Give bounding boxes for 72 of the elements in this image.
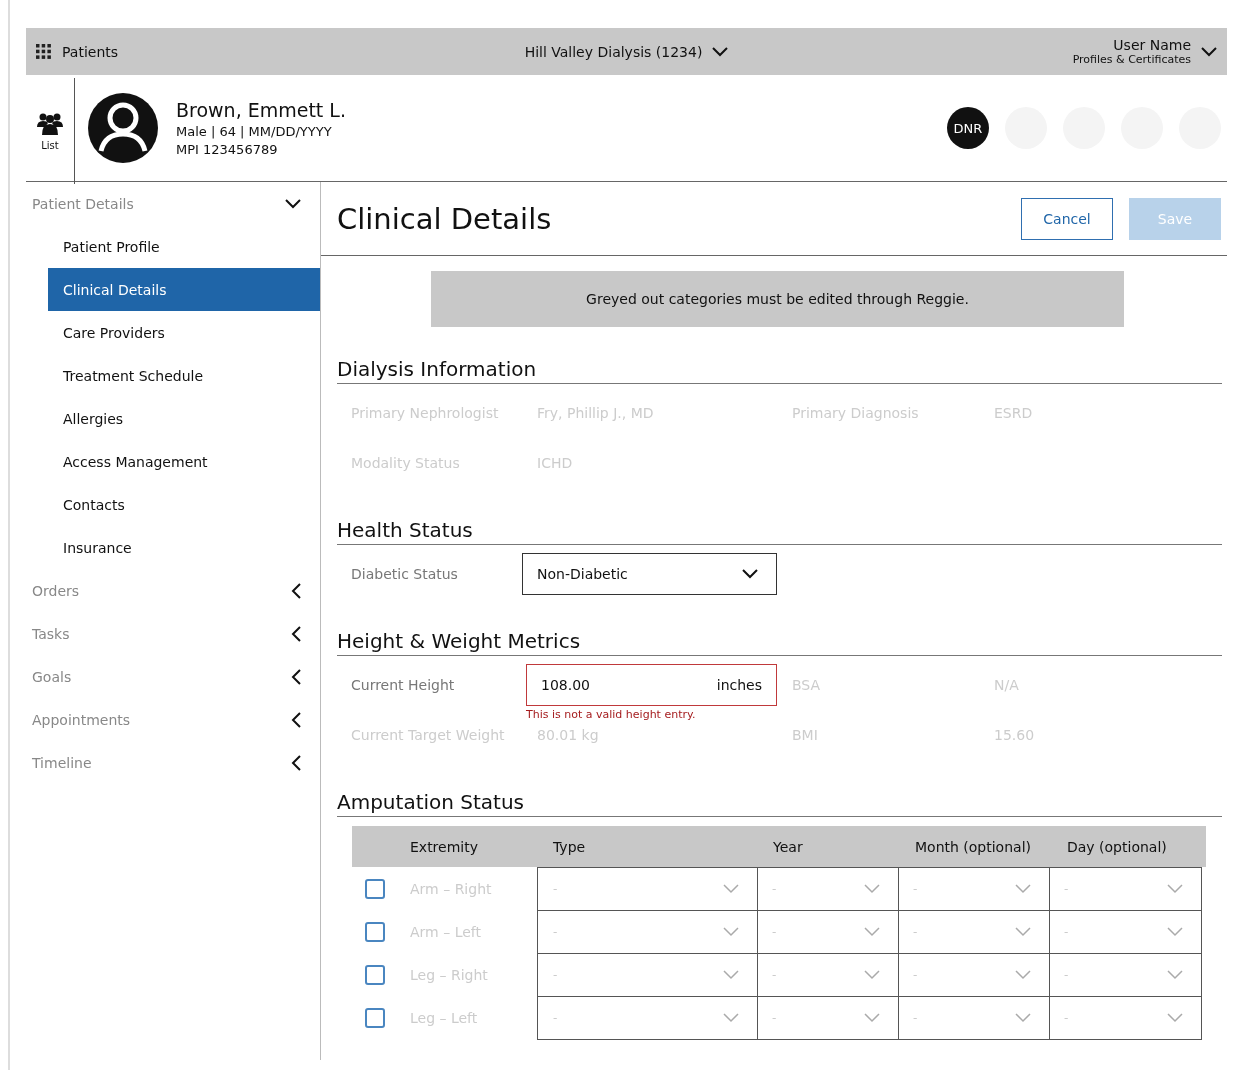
chevron-down-icon[interactable] — [712, 46, 729, 57]
chevron-down-icon — [864, 927, 880, 937]
cancel-button[interactable]: Cancel — [1021, 197, 1113, 240]
chevron-left-icon — [291, 754, 301, 771]
section-title: Health Status — [337, 518, 1222, 545]
sidebar-item[interactable]: Allergies — [48, 397, 320, 440]
section-title: Dialysis Information — [337, 357, 1222, 384]
chevron-down-icon — [1015, 970, 1031, 980]
checkbox[interactable] — [365, 964, 385, 985]
sidebar-item[interactable]: Contacts — [48, 483, 320, 526]
chevron-down-icon — [742, 569, 758, 579]
sidebar-item[interactable]: Treatment Schedule — [48, 354, 320, 397]
column-header: Day (optional) — [1066, 838, 1168, 855]
field-label: Diabetic Status — [351, 566, 459, 582]
notice-banner: Greyed out categories must be edited through Reggie. — [431, 271, 1124, 327]
sidebar-group[interactable]: Timeline — [26, 741, 320, 784]
user-subtitle: Profiles & Certificates — [1072, 53, 1191, 66]
sidebar-item[interactable]: Patient Profile — [48, 225, 320, 268]
chevron-left-icon — [291, 668, 301, 685]
chevron-down-icon — [1015, 884, 1031, 894]
column-header: Type — [552, 838, 587, 855]
flag-badge: DNR — [947, 107, 989, 149]
section-title: Amputation Status — [337, 790, 1222, 817]
chevron-down-icon — [864, 884, 880, 894]
chevron-down-icon — [723, 1013, 739, 1023]
avatar-icon — [88, 93, 158, 163]
user-name[interactable]: User Name — [1113, 37, 1191, 53]
chevron-down-icon — [1167, 884, 1183, 894]
sidebar-item[interactable]: Insurance — [48, 526, 320, 569]
list-label: List — [41, 139, 59, 151]
column-header: Month (optional) — [914, 838, 1032, 855]
sidebar-item[interactable]: Access Management — [48, 440, 320, 483]
people-icon[interactable] — [36, 111, 64, 136]
section-title: Height & Weight Metrics — [337, 629, 1222, 656]
chevron-down-icon — [1015, 927, 1031, 937]
checkbox[interactable] — [365, 1007, 385, 1028]
column-header: Year — [772, 838, 804, 855]
chevron-down-icon — [864, 1013, 880, 1023]
app-title: Patients — [62, 43, 119, 60]
chevron-down-icon — [1167, 970, 1183, 980]
chevron-down-icon — [1167, 927, 1183, 937]
select-field[interactable]: Non-Diabetic — [522, 553, 777, 595]
checkbox[interactable] — [365, 921, 385, 942]
sidebar-group[interactable]: Goals — [26, 655, 320, 698]
chevron-down-icon — [723, 884, 739, 894]
sidebar-item[interactable]: Clinical Details — [48, 268, 320, 311]
chevron-left-icon — [291, 582, 301, 599]
chevron-left-icon — [291, 625, 301, 642]
chevron-down-icon — [864, 970, 880, 980]
chevron-down-icon — [723, 927, 739, 937]
facility-selector[interactable]: Hill Valley Dialysis (1234) — [524, 43, 703, 60]
chevron-down-icon — [723, 970, 739, 980]
checkbox[interactable] — [365, 878, 385, 899]
sidebar-group[interactable]: Appointments — [26, 698, 320, 741]
patient-mpi: MPI 123456789 — [176, 142, 279, 157]
chevron-down-icon — [1015, 1013, 1031, 1023]
field-label: Current Height — [351, 677, 456, 693]
chevron-left-icon — [291, 711, 301, 728]
sidebar-item[interactable]: Care Providers — [48, 311, 320, 354]
app-grid-icon[interactable] — [36, 44, 51, 59]
sidebar-group[interactable]: Patient Details — [26, 182, 320, 225]
patient-info: Male | 64 | MM/DD/YYYY — [176, 124, 333, 139]
chevron-down-icon[interactable] — [1201, 46, 1217, 57]
patient-name: Brown, Emmett L. — [176, 99, 346, 121]
height-input-field[interactable]: 108.00 inches — [526, 664, 777, 706]
chevron-down-icon — [1167, 1013, 1183, 1023]
page-title: Clinical Details — [337, 201, 552, 236]
sidebar-group[interactable]: Tasks — [26, 612, 320, 655]
chevron-down-icon — [285, 198, 301, 209]
sidebar-group[interactable]: Orders — [26, 569, 320, 612]
column-header: Extremity — [409, 838, 479, 855]
error-message: This is not a valid height entry. — [526, 708, 696, 721]
